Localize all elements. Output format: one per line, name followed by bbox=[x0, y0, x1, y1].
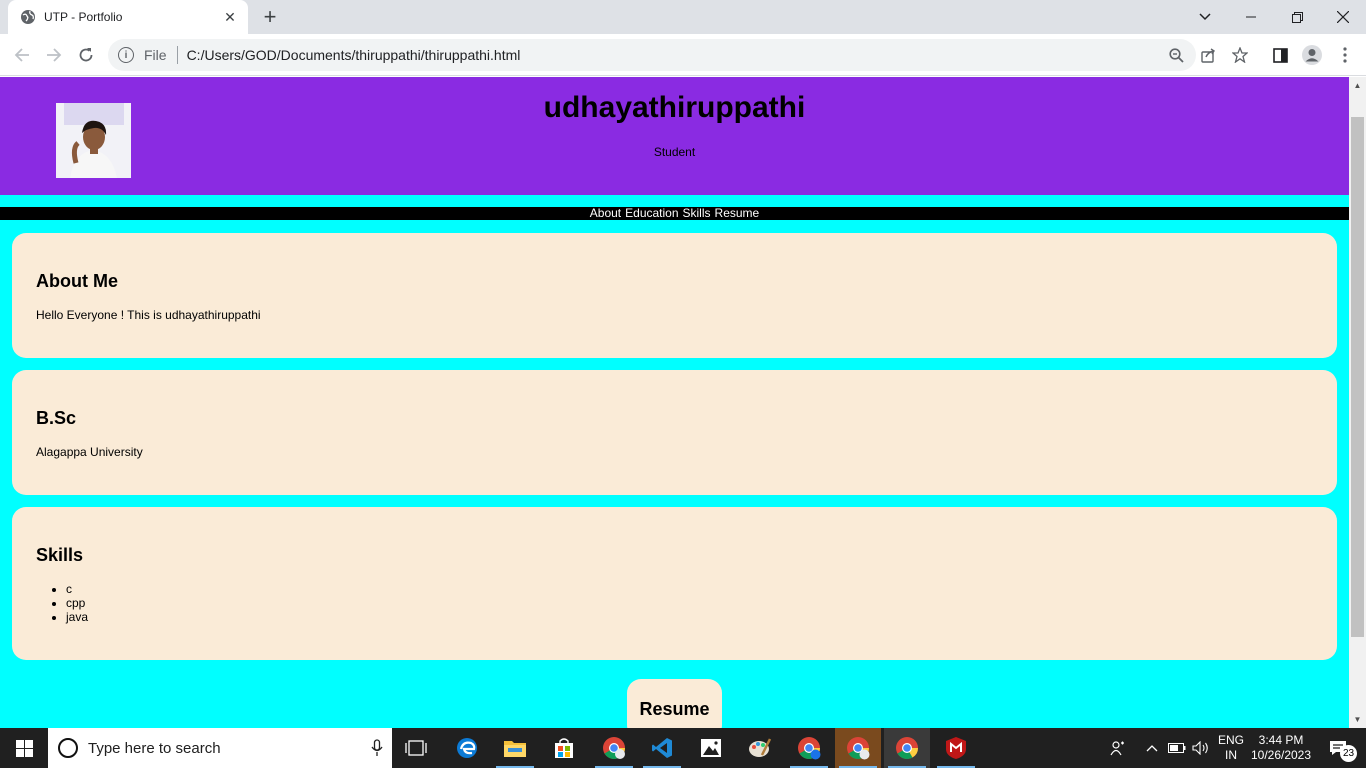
paint-icon[interactable] bbox=[737, 728, 783, 768]
close-tab-icon[interactable]: ✕ bbox=[222, 9, 238, 25]
chevron-up-icon[interactable] bbox=[1142, 728, 1162, 768]
search-icon bbox=[58, 738, 78, 758]
vscode-icon[interactable] bbox=[639, 728, 685, 768]
skill-item: java bbox=[66, 610, 88, 624]
scroll-up-arrow-icon[interactable]: ▲ bbox=[1349, 77, 1366, 94]
skills-list: c cpp java bbox=[66, 582, 88, 624]
language-primary: ENG bbox=[1217, 733, 1244, 747]
mcafee-icon[interactable] bbox=[933, 728, 979, 768]
address-bar[interactable]: i File C:/Users/GOD/Documents/thiruppath… bbox=[108, 39, 1196, 71]
resume-section: Resume bbox=[627, 679, 722, 728]
notification-count: 23 bbox=[1340, 745, 1357, 762]
chrome-icon[interactable] bbox=[884, 728, 930, 768]
clock-time: 3:44 PM bbox=[1258, 733, 1304, 747]
skill-item: cpp bbox=[66, 596, 88, 610]
bookmark-star-icon[interactable] bbox=[1227, 42, 1253, 68]
task-view-icon[interactable] bbox=[393, 728, 439, 768]
forward-arrow-icon[interactable] bbox=[41, 42, 67, 68]
edge-icon[interactable] bbox=[444, 728, 490, 768]
education-degree: B.Sc bbox=[36, 408, 77, 428]
about-text: Hello Everyone ! This is udhayathiruppat… bbox=[36, 308, 261, 322]
minimize-icon[interactable] bbox=[1228, 0, 1274, 34]
zoom-icon[interactable] bbox=[1163, 42, 1189, 68]
start-button[interactable] bbox=[0, 728, 48, 768]
volume-icon[interactable] bbox=[1190, 728, 1212, 768]
education-section: B.Sc Alagappa University bbox=[12, 370, 1337, 495]
tab-search-icon[interactable] bbox=[1182, 0, 1228, 34]
info-icon[interactable]: i bbox=[118, 47, 134, 63]
profile-avatar-icon[interactable] bbox=[1299, 42, 1325, 68]
site-title: udhayathiruppathi bbox=[543, 91, 806, 124]
chrome-user-icon[interactable] bbox=[786, 728, 832, 768]
globe-icon bbox=[20, 9, 36, 25]
people-icon[interactable] bbox=[1104, 728, 1132, 768]
chrome-alert-icon[interactable] bbox=[835, 728, 881, 768]
scroll-thumb[interactable] bbox=[1351, 117, 1364, 637]
back-arrow-icon[interactable] bbox=[9, 42, 35, 68]
side-panel-icon[interactable] bbox=[1267, 42, 1293, 68]
windows-logo-icon bbox=[15, 739, 33, 757]
close-window-icon[interactable] bbox=[1320, 0, 1366, 34]
taskbar-search[interactable]: Type here to search bbox=[48, 728, 392, 768]
scheme-label: File bbox=[144, 47, 167, 63]
microphone-icon[interactable] bbox=[362, 739, 392, 757]
page-scrollbar[interactable]: ▲ ▼ bbox=[1349, 77, 1366, 728]
about-heading: About Me bbox=[36, 271, 118, 291]
resume-heading: Resume bbox=[639, 699, 710, 719]
chrome-profile-icon[interactable] bbox=[591, 728, 637, 768]
tab-strip: UTP - Portfolio ✕ + bbox=[0, 0, 1366, 34]
nav-link-skills[interactable]: Skills bbox=[683, 207, 711, 220]
nav-bar: About Education Skills Resume bbox=[0, 207, 1349, 220]
scroll-down-arrow-icon[interactable]: ▼ bbox=[1349, 711, 1366, 728]
clock-date: 10/26/2023 bbox=[1250, 748, 1312, 762]
nav-link-education[interactable]: Education bbox=[625, 207, 678, 220]
skills-section: Skills c cpp java bbox=[12, 507, 1337, 660]
file-explorer-icon[interactable] bbox=[492, 728, 538, 768]
search-placeholder: Type here to search bbox=[88, 739, 221, 757]
page-viewport: udhayathiruppathi Student About Educatio… bbox=[0, 77, 1349, 728]
language-indicator[interactable]: ENG IN bbox=[1214, 728, 1248, 768]
notification-center-icon[interactable]: 23 bbox=[1318, 728, 1358, 768]
clock[interactable]: 3:44 PM 10/26/2023 bbox=[1250, 728, 1312, 768]
store-icon[interactable] bbox=[541, 728, 587, 768]
restore-icon[interactable] bbox=[1274, 0, 1320, 34]
browser-toolbar: i File C:/Users/GOD/Documents/thiruppath… bbox=[0, 34, 1366, 76]
skills-heading: Skills bbox=[36, 545, 84, 565]
address-divider bbox=[176, 46, 178, 64]
site-subtitle: Student bbox=[653, 145, 696, 159]
share-icon[interactable] bbox=[1195, 42, 1221, 68]
nav-link-about[interactable]: About bbox=[590, 207, 621, 220]
site-header: udhayathiruppathi Student bbox=[0, 77, 1349, 195]
education-institution: Alagappa University bbox=[36, 445, 143, 459]
taskbar: Type here to search ENG IN 3:44 PM 10/26… bbox=[0, 728, 1366, 768]
nav-link-resume[interactable]: Resume bbox=[715, 207, 760, 220]
menu-kebab-icon[interactable] bbox=[1332, 42, 1358, 68]
about-section: About Me Hello Everyone ! This is udhaya… bbox=[12, 233, 1337, 358]
new-tab-button[interactable]: + bbox=[258, 5, 282, 29]
language-secondary: IN bbox=[1224, 748, 1237, 762]
battery-icon[interactable] bbox=[1166, 728, 1188, 768]
tab-title: UTP - Portfolio bbox=[44, 10, 123, 24]
url-text[interactable]: C:/Users/GOD/Documents/thiruppathi/thiru… bbox=[187, 47, 521, 63]
photos-icon[interactable] bbox=[688, 728, 734, 768]
browser-tab[interactable]: UTP - Portfolio ✕ bbox=[8, 0, 248, 34]
reload-icon[interactable] bbox=[73, 42, 99, 68]
skill-item: c bbox=[66, 582, 88, 596]
